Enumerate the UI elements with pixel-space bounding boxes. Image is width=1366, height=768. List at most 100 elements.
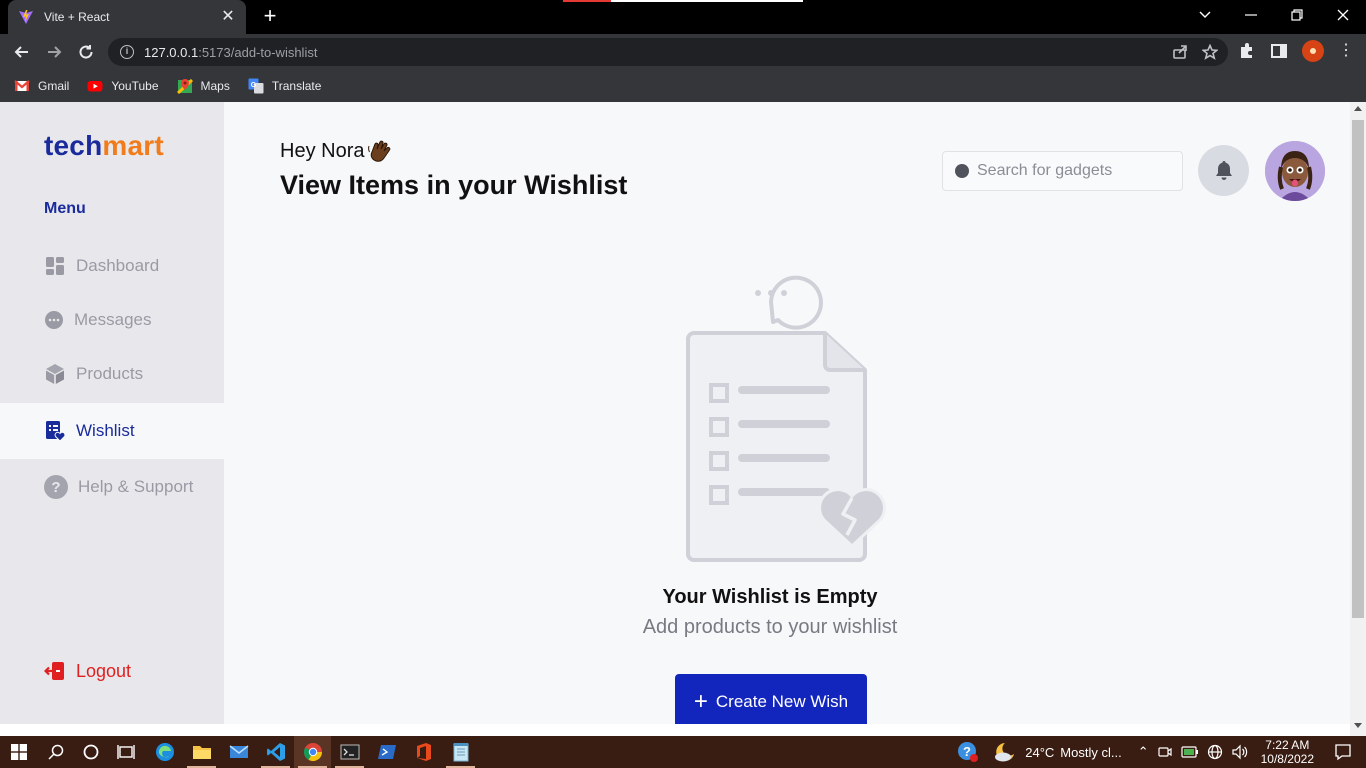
taskbar-office[interactable] [405,736,442,768]
clock-time: 7:22 AM [1265,738,1310,752]
techmart-logo[interactable]: techmart [44,130,164,162]
extensions-icon[interactable] [1238,42,1256,60]
sidebar-item-dashboard[interactable]: Dashboard [0,239,224,293]
taskbar-clock[interactable]: 7:22 AM 10/8/2022 [1261,738,1314,766]
search-input[interactable] [977,162,1167,180]
logo-part-1: tech [44,130,103,161]
youtube-icon [87,81,103,92]
bookmarks-bar: Gmail YouTube Maps G Translate [0,70,1366,102]
taskbar-mail[interactable] [220,736,257,768]
site-info-icon[interactable]: i [120,45,134,59]
sidebar-item-label: Products [76,364,144,383]
tab-close-icon[interactable]: ✕ [220,9,236,25]
menu-kebab-icon[interactable]: ⋮ [1338,43,1354,59]
reload-button[interactable] [74,40,98,64]
empty-state-title: Your Wishlist is Empty [662,586,878,608]
profile-avatar[interactable] [1302,40,1324,62]
powershell-icon [377,745,396,759]
logout-label: Logout [76,660,132,681]
logout-icon [44,662,64,680]
restore-button[interactable] [1274,0,1320,30]
windows-taskbar: ? 24°C Mostly cl... ⌃ 7:22 AM 10/8/2022 [0,736,1366,768]
taskbar-terminal[interactable] [331,736,368,768]
notifications-center-icon[interactable] [1334,743,1352,761]
meet-now-icon[interactable] [1157,744,1173,760]
help-tips-icon[interactable]: ? [957,741,979,763]
chevron-down-icon [1199,11,1211,18]
notifications-button[interactable] [1198,145,1249,196]
task-view-button[interactable] [107,736,144,768]
search-icon [47,744,63,760]
share-icon[interactable] [1172,44,1188,60]
page-scrollbar[interactable] [1350,102,1366,736]
window-controls [1182,0,1366,30]
plus-icon: + [693,688,708,715]
start-button[interactable] [0,736,37,768]
cortana-button[interactable] [72,736,109,768]
scroll-down-arrow-icon[interactable] [1354,723,1362,728]
search-bar[interactable] [942,151,1183,191]
bookmark-translate[interactable]: G Translate [248,78,322,94]
empty-wishlist-illustration [686,275,886,562]
sidebar-item-help-support[interactable]: ? Help & Support [0,460,224,514]
weather-moon-cloud-icon [995,743,1015,762]
new-tab-button[interactable]: + [258,4,282,28]
weather-widget[interactable]: 24°C Mostly cl... [993,741,1122,763]
bookmark-youtube[interactable]: YouTube [87,78,159,94]
menu-heading: Menu [44,200,86,217]
create-new-wish-button[interactable]: + Create New Wish [675,674,867,730]
edge-icon [155,743,174,761]
taskbar-search-button[interactable] [37,736,74,768]
chevron-up-icon[interactable]: ⌃ [1138,744,1149,760]
svg-text:G: G [251,82,257,89]
weather-description: Mostly cl... [1060,744,1122,760]
user-avatar[interactable] [1265,141,1325,201]
tab-search-button[interactable] [1182,0,1228,30]
minimize-icon [1245,14,1257,16]
scroll-thumb[interactable] [1352,120,1364,618]
empty-state-subtitle: Add products to your wishlist [642,616,898,638]
taskbar-vscode[interactable] [257,736,294,768]
bookmark-maps[interactable]: Maps [176,78,230,94]
vscode-icon [266,743,285,761]
sidebar-item-label: Dashboard [76,256,160,275]
minimize-button[interactable] [1228,0,1274,30]
messages-icon [45,311,63,329]
battery-icon[interactable] [1181,745,1199,759]
sidebar: techmart Menu Dashboard Messages Product… [0,102,224,724]
back-button[interactable] [10,40,34,64]
sidebar-item-messages[interactable]: Messages [0,293,224,347]
logout-button[interactable]: Logout [44,660,131,682]
arrow-right-icon [48,46,62,58]
address-bar[interactable]: i 127.0.0.1:5173/add-to-wishlist [108,38,1228,66]
notepad-icon [453,743,468,762]
taskbar-powershell[interactable] [368,736,405,768]
volume-icon[interactable] [1231,744,1249,760]
taskbar-file-explorer[interactable] [183,736,220,768]
taskbar-notepad[interactable] [442,736,479,768]
bookmark-gmail[interactable]: Gmail [14,78,69,94]
greeting: Hey Nora [280,138,392,164]
browser-tab[interactable]: Vite + React ✕ [8,0,246,34]
office-icon [416,743,431,761]
close-window-button[interactable] [1320,0,1366,30]
bookmark-label: Translate [271,79,322,93]
maps-icon [176,78,193,94]
browser-toolbar: i 127.0.0.1:5173/add-to-wishlist ⋮ [0,34,1366,70]
taskbar-edge[interactable] [146,736,183,768]
svg-text:?: ? [963,744,971,759]
bookmark-label: Gmail [38,79,70,93]
side-panel-icon[interactable] [1270,42,1288,60]
sidebar-item-products[interactable]: Products [0,347,224,401]
scroll-up-arrow-icon[interactable] [1354,106,1362,111]
sidebar-item-wishlist[interactable]: Wishlist [0,403,224,459]
translate-icon: G [248,78,264,94]
waving-hand-icon [368,140,391,162]
forward-button[interactable] [42,40,66,64]
arrow-left-icon [14,46,28,58]
bookmark-label: YouTube [111,79,159,93]
help-icon: ? [44,475,68,499]
network-globe-icon[interactable] [1207,744,1223,760]
bookmark-star-icon[interactable] [1202,44,1218,60]
taskbar-chrome[interactable] [294,736,331,768]
